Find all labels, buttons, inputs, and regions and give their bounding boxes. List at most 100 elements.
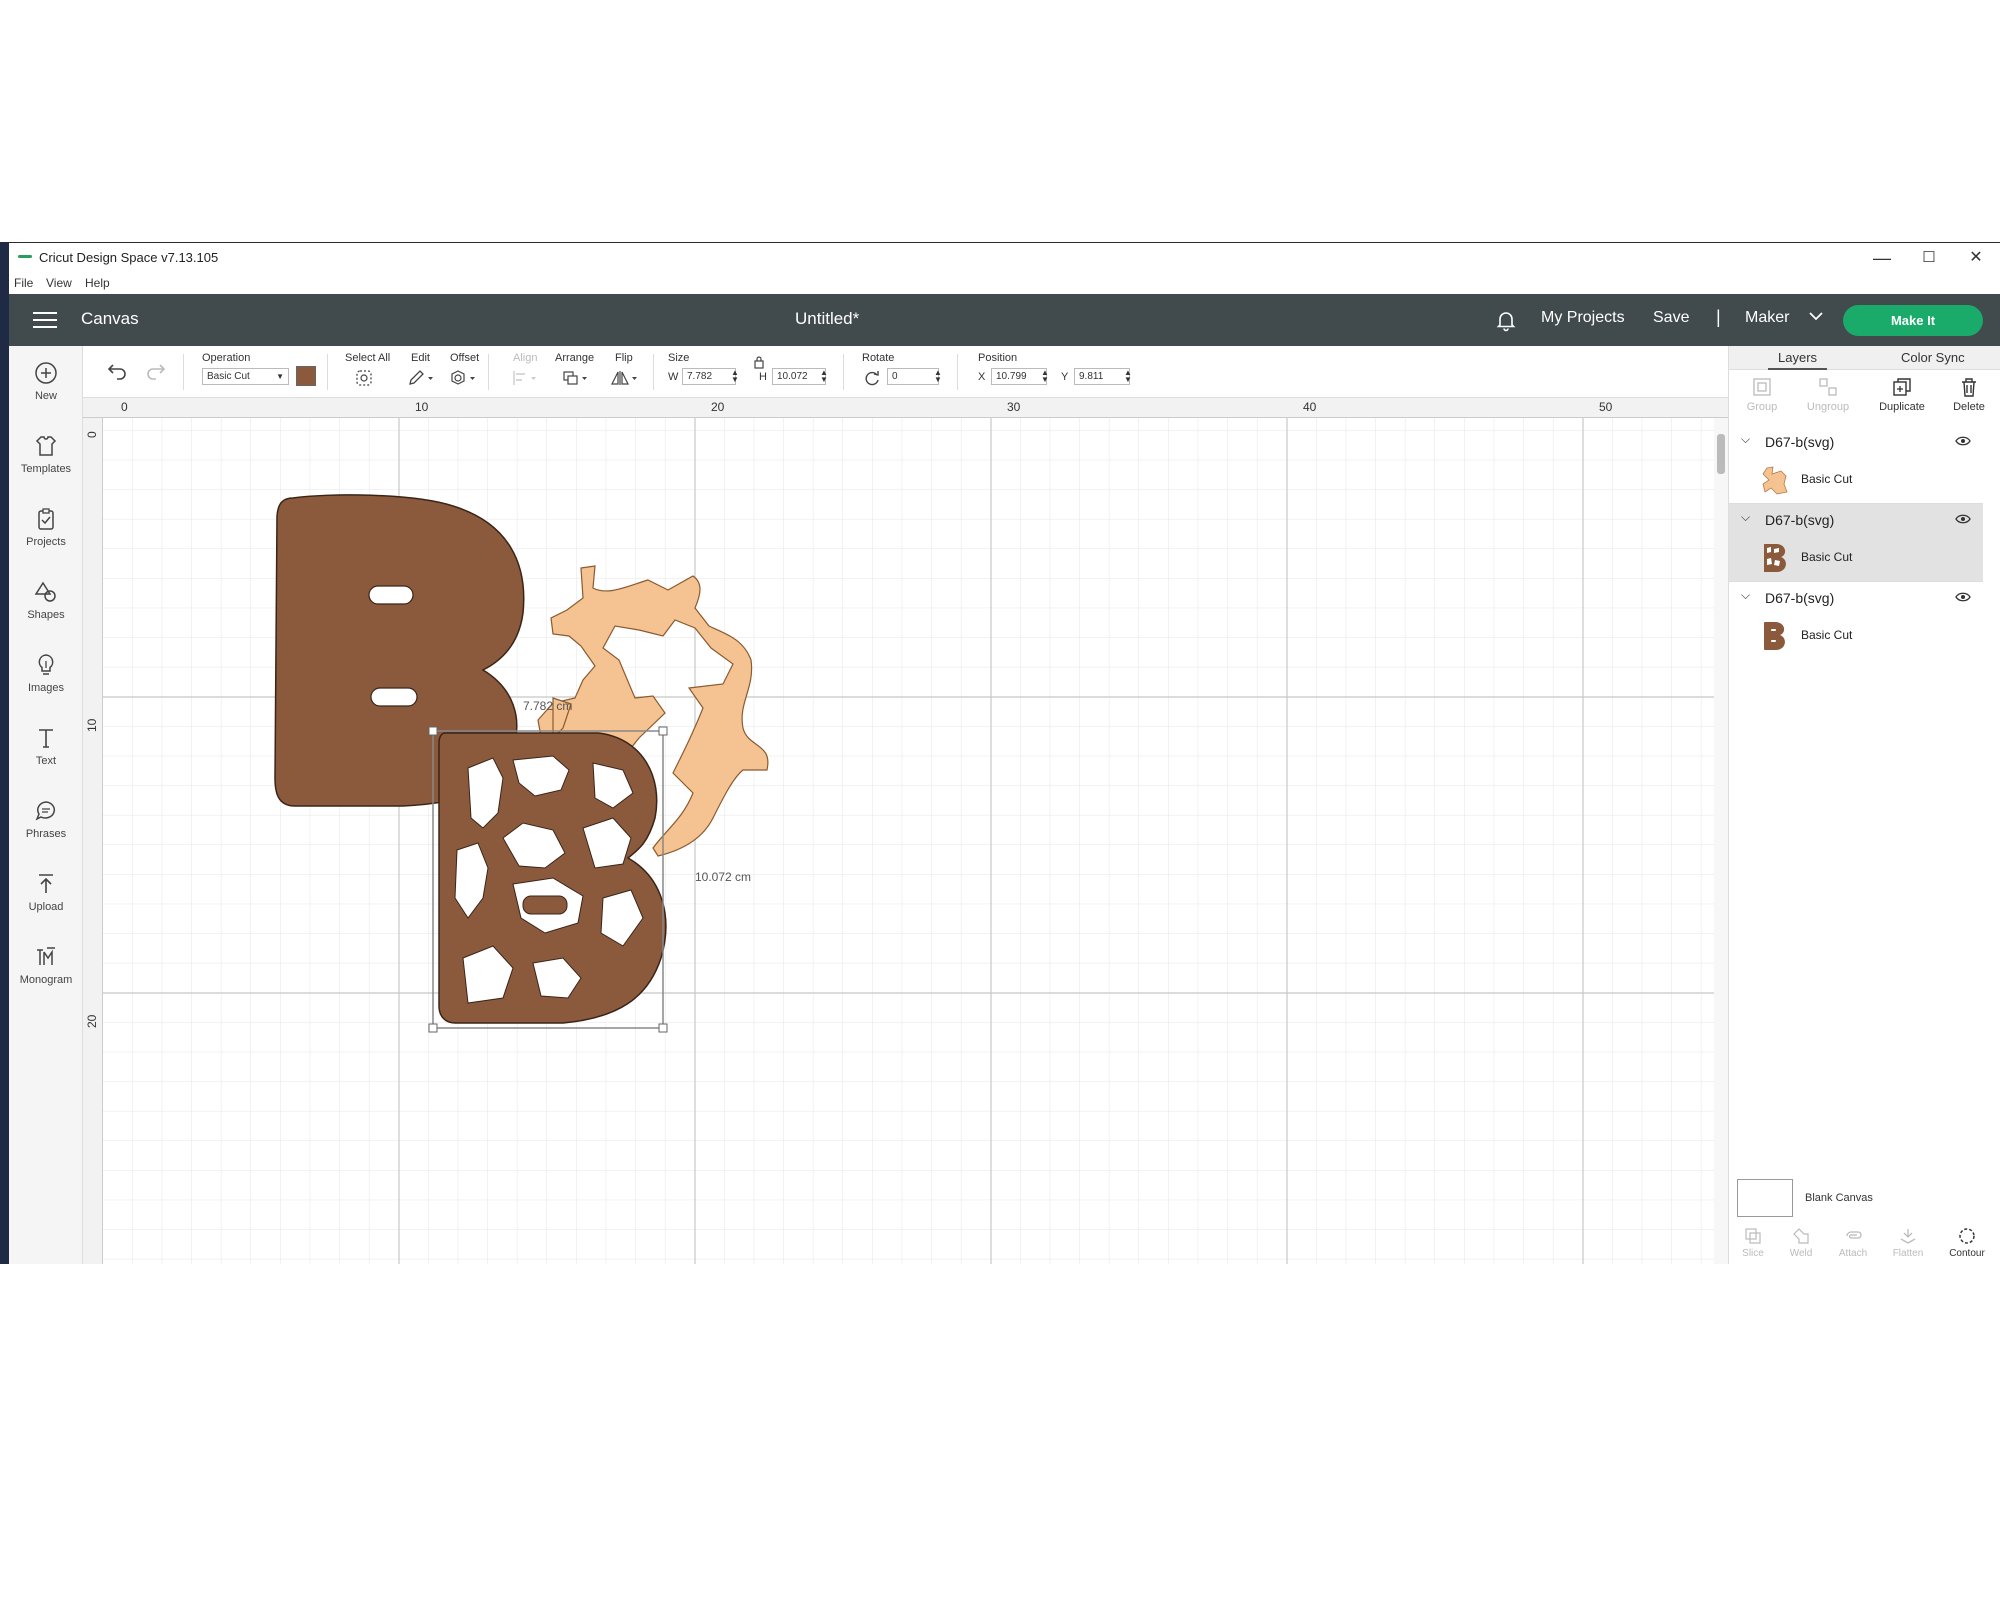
- eye-icon[interactable]: [1955, 435, 1971, 447]
- flip-label: Flip: [615, 352, 633, 364]
- layer-thumbnail: [1764, 622, 1785, 650]
- lock-icon[interactable]: [753, 355, 765, 369]
- width-stepper[interactable]: ▲ ▼: [731, 369, 739, 384]
- sidebar-item-images[interactable]: Images: [9, 652, 83, 694]
- ungroup-icon: [1819, 378, 1837, 396]
- scrollbar-thumb[interactable]: [1717, 434, 1725, 474]
- group-button[interactable]: Group: [1729, 376, 1795, 413]
- design-canvas[interactable]: 0 10 20 30 40 50 0 10 20 7.782 cm 10.072…: [83, 398, 1728, 1264]
- clipboard-icon: [38, 508, 54, 530]
- arrange-icon[interactable]: [561, 369, 591, 387]
- sidebar-item-label: Images: [27, 682, 65, 694]
- tab-layers[interactable]: Layers: [1767, 350, 1828, 370]
- height-input[interactable]: 10.072: [772, 368, 826, 385]
- operation-color-swatch[interactable]: [296, 366, 316, 386]
- title-bar: Cricut Design Space v7.13.105 — ☐ ✕: [9, 243, 2000, 272]
- sidebar-item-templates[interactable]: Templates: [9, 433, 83, 475]
- rotate-icon[interactable]: [863, 369, 881, 387]
- sidebar-item-phrases[interactable]: Phrases: [9, 798, 83, 840]
- toolbar-divider: [183, 354, 184, 390]
- layer-item[interactable]: ⌵ D67-b(svg) Basic Cut: [1729, 426, 1983, 504]
- monogram-icon: [37, 947, 55, 965]
- undo-icon[interactable]: [107, 362, 127, 380]
- flatten-label: Flatten: [1892, 1248, 1924, 1259]
- operation-value: Basic Cut: [207, 371, 250, 382]
- contour-button[interactable]: Contour: [1943, 1226, 1991, 1259]
- menu-file[interactable]: File: [14, 276, 33, 290]
- y-position-stepper[interactable]: ▲ ▼: [1124, 369, 1132, 384]
- layer-name: D67-b(svg): [1765, 434, 1835, 450]
- delete-label: Delete: [1953, 401, 1985, 413]
- toolbar-divider: [843, 354, 844, 390]
- chevron-down-icon[interactable]: ⌵: [1741, 588, 1750, 603]
- machine-selector[interactable]: Maker: [1745, 309, 1789, 327]
- duplicate-label: Duplicate: [1879, 401, 1925, 413]
- my-projects-link[interactable]: My Projects: [1541, 309, 1625, 327]
- window-title: Cricut Design Space v7.13.105: [39, 250, 219, 265]
- height-stepper[interactable]: ▲ ▼: [820, 369, 828, 384]
- eye-icon[interactable]: [1955, 513, 1971, 525]
- menu-view[interactable]: View: [46, 276, 72, 290]
- weld-icon: [1793, 1228, 1809, 1244]
- attach-button[interactable]: Attach: [1829, 1226, 1877, 1259]
- make-it-button[interactable]: Make It: [1843, 305, 1983, 336]
- canvas-scrollbar[interactable]: [1714, 418, 1728, 1264]
- slice-button[interactable]: Slice: [1729, 1226, 1777, 1259]
- bulb-icon: [38, 654, 54, 675]
- hamburger-menu-icon[interactable]: [33, 312, 57, 328]
- align-icon[interactable]: [511, 369, 541, 387]
- toolbar-divider: [653, 354, 654, 390]
- operation-select[interactable]: Basic Cut ▼: [202, 368, 289, 385]
- width-measurement-label: 7.782 cm: [523, 699, 573, 713]
- upload-icon: [39, 874, 53, 893]
- position-label: Position: [978, 352, 1018, 364]
- blank-canvas-label: Blank Canvas: [1805, 1192, 1873, 1204]
- sidebar-item-shapes[interactable]: Shapes: [9, 579, 83, 621]
- edit-pencil-icon[interactable]: [407, 369, 435, 387]
- weld-button[interactable]: Weld: [1777, 1226, 1825, 1259]
- trash-icon: [1962, 378, 1976, 397]
- sidebar-item-text[interactable]: Text: [9, 725, 83, 767]
- eye-icon[interactable]: [1955, 591, 1971, 603]
- sidebar-item-label: Shapes: [27, 609, 65, 621]
- chevron-down-icon[interactable]: ⌵: [1741, 432, 1750, 447]
- sidebar-item-upload[interactable]: Upload: [9, 871, 83, 913]
- ungroup-label: Ungroup: [1806, 401, 1850, 413]
- sidebar-item-projects[interactable]: Projects: [9, 506, 83, 548]
- delete-button[interactable]: Delete: [1936, 376, 2000, 413]
- sidebar-item-label: New: [34, 390, 57, 402]
- sidebar-item-new[interactable]: New: [9, 360, 83, 402]
- duplicate-icon: [1893, 378, 1911, 396]
- flatten-button[interactable]: Flatten: [1884, 1226, 1932, 1259]
- sidebar-item-monogram[interactable]: Monogram: [9, 944, 83, 986]
- redo-icon[interactable]: [146, 362, 166, 380]
- x-position-input[interactable]: 10.799: [991, 368, 1047, 385]
- layer-item[interactable]: ⌵ D67-b(svg) Basic Cut: [1729, 582, 1983, 660]
- notifications-bell-icon[interactable]: [1494, 308, 1518, 332]
- close-button[interactable]: ✕: [1953, 245, 1999, 271]
- save-button[interactable]: Save: [1653, 309, 1689, 327]
- rotate-stepper[interactable]: ▲ ▼: [934, 369, 942, 384]
- blank-canvas-swatch[interactable]: [1737, 1179, 1793, 1217]
- sidebar-item-label: Templates: [20, 463, 72, 475]
- select-all-icon[interactable]: [355, 369, 373, 387]
- chevron-down-icon[interactable]: [1809, 311, 1823, 321]
- tab-color-sync[interactable]: Color Sync: [1901, 350, 1965, 365]
- menu-help[interactable]: Help: [85, 276, 110, 290]
- attach-paperclip-icon: [1846, 1231, 1862, 1239]
- width-input[interactable]: 7.782: [682, 368, 736, 385]
- ungroup-button[interactable]: Ungroup: [1795, 376, 1861, 413]
- x-position-stepper[interactable]: ▲ ▼: [1041, 369, 1049, 384]
- maximize-button[interactable]: ☐: [1906, 245, 1952, 271]
- minimize-button[interactable]: —: [1859, 245, 1905, 271]
- rotate-label: Rotate: [862, 352, 895, 364]
- y-position-input[interactable]: 9.811: [1074, 368, 1130, 385]
- layer-item-selected[interactable]: ⌵ D67-b(svg) Basic Cut: [1729, 504, 1983, 582]
- toolbar-divider: [957, 354, 958, 390]
- duplicate-button[interactable]: Duplicate: [1869, 376, 1935, 413]
- rotate-input[interactable]: 0: [887, 368, 939, 385]
- flip-icon[interactable]: [609, 369, 641, 387]
- offset-icon[interactable]: [449, 369, 479, 387]
- layer-operation: Basic Cut: [1801, 472, 1853, 486]
- chevron-down-icon[interactable]: ⌵: [1741, 510, 1750, 525]
